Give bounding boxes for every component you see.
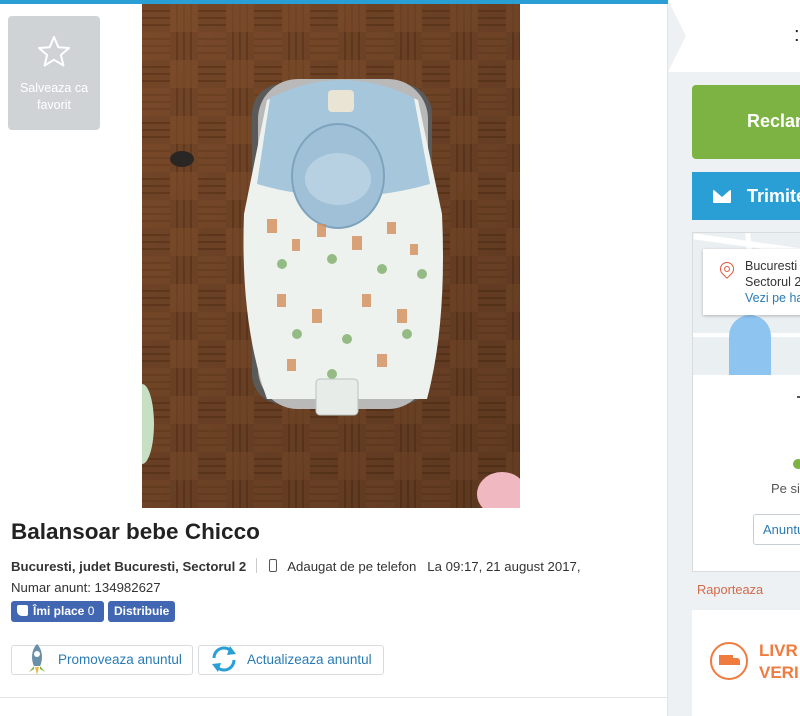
ad-number: Numar anunt: 134982627 [11,580,161,595]
refresh-icon [212,646,236,672]
online-status-dot [793,459,800,469]
address-city: Bucuresti [745,259,798,273]
price-box: : [668,0,800,72]
member-since-text: Pe sit [771,481,800,496]
added-via: Adaugat de pe telefon [287,559,417,574]
envelope-icon [713,190,731,203]
update-ad-label: Actualizeaza anuntul [247,652,372,667]
address-popup: Bucuresti Sectorul 2 Vezi pe ha [703,249,800,315]
delivery-banner[interactable]: LIVR VERI [692,610,800,716]
map-water [729,315,771,375]
baby-bouncer-image [142,4,520,508]
price-chevron [668,0,686,72]
delivery-line1: LIVR [759,641,798,660]
listing-title: Balansoar bebe Chicco [11,519,260,544]
meta-divider [256,558,258,573]
like-count: 0 [87,604,95,618]
added-date: La 09:17, 21 august 2017, [427,559,581,574]
location-map[interactable]: Bucuresti Sectorul 2 Vezi pe ha [693,233,800,375]
star-icon [38,36,70,67]
delivery-truck-icon [710,642,748,680]
view-map-link[interactable]: Vezi pe ha [745,290,800,306]
delivery-text: LIVR VERI [759,640,799,684]
report-link[interactable]: Raporteaza [697,582,763,597]
thumbs-up-icon [17,605,28,616]
claim-button[interactable]: Reclan [692,85,800,159]
send-message-label: Trimite [747,186,800,206]
rocket-icon [29,644,45,675]
address-sector: Sectorul 2 [745,275,800,289]
listing-location: Bucuresti, judet Bucuresti, Sectorul 2 [11,559,247,574]
facebook-like-button[interactable]: Îmi place 0 [11,601,104,622]
listing-meta: Bucuresti, judet Bucuresti, Sectorul 2 Ad… [11,556,651,598]
facebook-share-button[interactable]: Distribuie [108,601,175,622]
seller-card: Bucuresti Sectorul 2 Vezi pe ha Pe sit A… [692,232,800,572]
promote-ad-button[interactable]: Promoveaza anuntul [11,644,193,675]
seller-ads-button[interactable]: Anuntu [753,514,800,545]
listing-main: Salveaza ca favorit Balansoar bebe Chicc… [0,0,668,716]
update-ad-button[interactable]: Actualizeaza anuntul [198,645,384,675]
right-sidebar: : Reclan Trimite Bucuresti Sectorul 2 Ve… [668,0,800,716]
send-message-button[interactable]: Trimite [692,172,800,220]
price-text: : [794,24,800,46]
promote-ad-label: Promoveaza anuntul [58,652,182,667]
save-favorite-button[interactable]: Salveaza ca favorit [8,16,100,130]
save-favorite-label: Salveaza ca favorit [19,81,89,112]
listing-photo[interactable] [142,4,520,508]
delivery-line2: VERI [759,663,799,682]
divider [0,697,668,698]
location-pin-icon [717,259,737,279]
phone-icon [269,559,278,572]
like-label: Îmi place [33,604,85,618]
